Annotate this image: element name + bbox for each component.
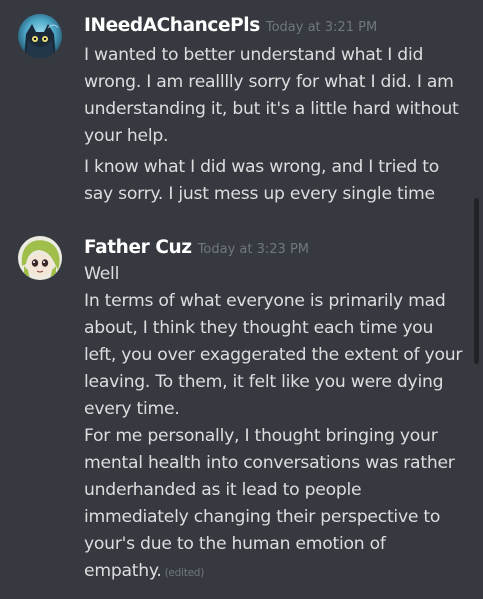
- scrollbar-thumb[interactable]: [474, 198, 479, 364]
- message-text: I know what I did was wrong, and I tried…: [84, 157, 440, 204]
- message-text: For me personally, I thought bringing yo…: [84, 423, 466, 587]
- message-text: In terms of what everyone is primarily m…: [84, 291, 463, 419]
- username[interactable]: Father Cuz: [84, 237, 192, 258]
- username[interactable]: INeedAChancePls: [84, 15, 260, 36]
- chat-message-list: INeedAChancePls Today at 3:21 PM I wanted…: [0, 0, 483, 599]
- timestamp[interactable]: Today at 3:23 PM: [198, 242, 309, 257]
- anime-girl-avatar-icon[interactable]: [18, 236, 62, 280]
- cat-avatar-icon[interactable]: [18, 14, 62, 58]
- message-text: I wanted to better understand what I did…: [84, 45, 459, 146]
- message-text: Well: [84, 264, 120, 284]
- edited-label: (edited): [164, 567, 205, 579]
- message-text-last: For me personally, I thought bringing yo…: [84, 426, 455, 581]
- message-header: INeedAChancePls Today at 3:21 PM: [84, 15, 377, 36]
- timestamp[interactable]: Today at 3:21 PM: [266, 20, 377, 35]
- message-content: I wanted to better understand what I did…: [84, 42, 466, 208]
- message-content: Well In terms of what everyone is primar…: [84, 261, 466, 587]
- message-header: Father Cuz Today at 3:23 PM: [84, 237, 309, 258]
